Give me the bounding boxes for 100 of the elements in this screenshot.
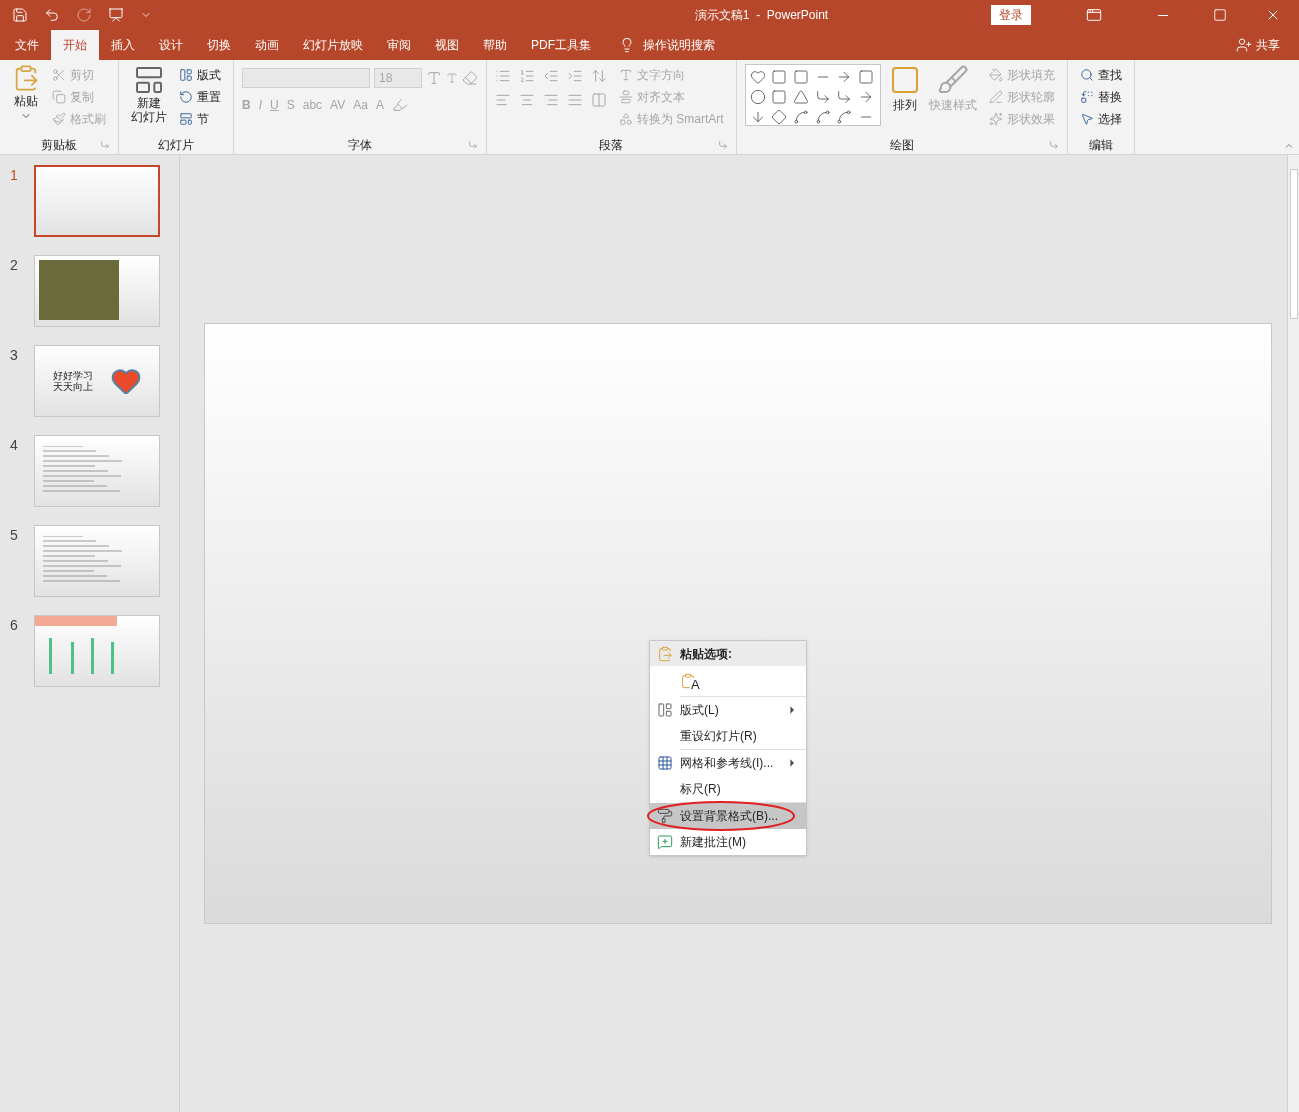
ribbon-button[interactable]: 重置 xyxy=(175,86,225,108)
dialog-launcher-icon[interactable] xyxy=(468,140,478,150)
arrange-button[interactable]: 排列 xyxy=(888,64,921,130)
slide-thumbnail[interactable] xyxy=(34,255,160,327)
shrink-font-icon xyxy=(446,72,458,84)
ribbon-button[interactable]: 选择 xyxy=(1075,108,1126,130)
align-right-icon xyxy=(543,92,559,108)
shape-icon[interactable] xyxy=(771,109,788,125)
clipboard-icon xyxy=(657,645,673,662)
line-spacing-icon xyxy=(591,68,607,84)
align-text-icon xyxy=(619,90,633,104)
dialog-launcher-icon[interactable] xyxy=(100,140,110,150)
ribbon-tab[interactable]: 幻灯片放映 xyxy=(291,30,375,60)
menu-item[interactable]: 设置背景格式(B)... xyxy=(650,803,806,829)
slide-number: 3 xyxy=(10,346,19,365)
ribbon-tab[interactable]: 开始 xyxy=(51,30,99,60)
ribbon-tab[interactable]: PDF工具集 xyxy=(519,30,603,60)
shape-icon[interactable] xyxy=(771,89,788,105)
slide-thumbnail[interactable]: 好好学习天天向上 xyxy=(34,345,160,417)
shape-icon[interactable] xyxy=(858,89,874,105)
ribbon-button[interactable]: 替换 xyxy=(1075,86,1126,108)
menu-item[interactable]: 版式(L) xyxy=(650,697,806,723)
shape-icon[interactable] xyxy=(836,109,853,125)
slide-thumbnail[interactable] xyxy=(34,435,160,507)
indent-decrease-icon xyxy=(543,68,559,84)
ribbon-tab[interactable]: 帮助 xyxy=(471,30,519,60)
ribbon-tab[interactable]: 审阅 xyxy=(375,30,423,60)
ribbon-tab[interactable]: 切换 xyxy=(195,30,243,60)
pen-icon xyxy=(988,90,1003,104)
slide-thumbnail[interactable] xyxy=(34,165,160,237)
slide-canvas[interactable] xyxy=(203,323,1272,924)
indent-increase-icon xyxy=(567,68,583,84)
shape-icon[interactable] xyxy=(793,69,809,85)
shape-icon[interactable] xyxy=(858,69,874,85)
group-label: 剪贴板 xyxy=(41,137,77,154)
shape-icon[interactable] xyxy=(814,89,831,105)
grid-icon xyxy=(657,755,673,771)
ribbon-button[interactable]: 节 xyxy=(175,108,225,130)
login-button[interactable]: 登录 xyxy=(991,5,1031,25)
shape-icon[interactable] xyxy=(771,69,788,85)
shape-icon[interactable] xyxy=(793,89,809,105)
menu-item[interactable]: 重设幻灯片(R) xyxy=(650,723,806,749)
menu-item[interactable]: 新建批注(M) xyxy=(650,829,806,855)
shape-icon[interactable] xyxy=(749,69,766,85)
paste-option-button[interactable]: A xyxy=(680,671,701,691)
ribbon-tab[interactable]: 视图 xyxy=(423,30,471,60)
ribbon-tab[interactable]: 设计 xyxy=(147,30,195,60)
group-label: 编辑 xyxy=(1088,137,1113,154)
bullets-icon xyxy=(495,68,511,84)
group-label: 字体 xyxy=(348,137,372,154)
menu-item[interactable]: 网格和参考线(I)... xyxy=(650,750,806,776)
eraser-icon xyxy=(462,70,478,86)
highlighter-icon xyxy=(391,97,408,113)
replace-icon xyxy=(1079,90,1094,104)
brush-icon xyxy=(52,112,66,126)
ribbon-display-icon xyxy=(1086,7,1102,23)
share-button[interactable]: 共享 xyxy=(1236,30,1280,60)
ribbon-tab[interactable]: 文件 xyxy=(3,30,51,60)
new-slide-button[interactable]: 新建 幻灯片 xyxy=(127,64,171,130)
slide-thumbnail[interactable] xyxy=(34,615,160,687)
tell-me-search[interactable]: 操作说明搜索 xyxy=(643,36,715,54)
brush-icon xyxy=(936,64,969,96)
dialog-launcher-icon[interactable] xyxy=(1048,140,1059,150)
slide-thumbnail[interactable] xyxy=(34,525,160,597)
scissors-icon xyxy=(52,68,66,82)
paste-glyph: A xyxy=(690,678,701,691)
menu-header: 粘贴选项: xyxy=(680,645,732,663)
lightbulb-icon xyxy=(619,37,635,53)
paint-bucket-icon xyxy=(988,68,1003,82)
columns-icon xyxy=(591,92,607,108)
minimize-icon[interactable] xyxy=(1158,14,1168,16)
ribbon-tab[interactable]: 插入 xyxy=(99,30,147,60)
numbering-icon xyxy=(519,68,535,84)
thumbnail-text: 好好学习天天向上 xyxy=(52,370,94,392)
sparkles-icon xyxy=(988,112,1003,126)
scrollbar[interactable] xyxy=(1287,155,1299,1112)
comment-icon xyxy=(657,834,673,850)
section-icon xyxy=(179,112,193,126)
smartart-icon xyxy=(619,112,633,126)
group-label: 段落 xyxy=(599,137,624,154)
paste-button[interactable]: 粘贴 xyxy=(8,64,44,130)
shapes-gallery[interactable] xyxy=(744,64,881,126)
shape-icon[interactable] xyxy=(749,89,766,105)
justify-icon xyxy=(567,92,583,108)
dialog-launcher-icon[interactable] xyxy=(717,140,728,150)
ribbon-button[interactable]: 版式 xyxy=(175,64,225,86)
pointer-icon xyxy=(1079,112,1094,126)
save-icon xyxy=(12,7,28,23)
menu-item[interactable]: 标尺(R) xyxy=(650,776,806,802)
ribbon-tab[interactable]: 动画 xyxy=(243,30,291,60)
align-center-icon xyxy=(519,92,535,108)
slide-number: 6 xyxy=(10,616,19,635)
shape-icon[interactable] xyxy=(836,89,853,105)
shape-icon[interactable] xyxy=(814,109,831,125)
font-name-field[interactable] xyxy=(242,68,370,88)
redo-icon xyxy=(76,7,92,23)
undo-icon xyxy=(44,7,60,23)
ribbon-button[interactable]: 查找 xyxy=(1075,64,1126,86)
shape-icon[interactable] xyxy=(793,109,809,125)
window-title: 演示文稿1 - PowerPoint xyxy=(693,7,830,24)
